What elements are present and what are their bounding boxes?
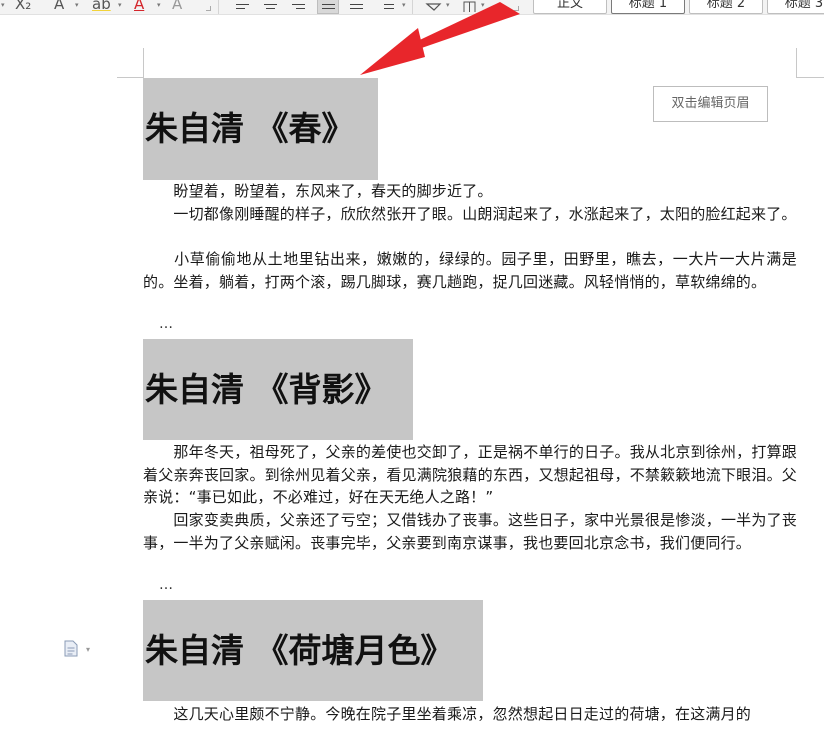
dialog-launcher-icon[interactable] <box>206 6 211 11</box>
align-justify-icon <box>322 4 335 5</box>
body-paragraph[interactable]: 一切都像刚睡醒的样子，欣欣然张开了眼。山朗润起来了，水涨起来了，太阳的脸红起来了… <box>143 203 797 226</box>
edit-header-hint[interactable]: 双击编辑页眉 <box>653 86 768 122</box>
toolbar-divider <box>412 0 413 14</box>
chevron-down-icon[interactable]: ▾ <box>75 1 79 9</box>
chevron-down-icon[interactable]: ▾ <box>402 1 406 9</box>
align-center-button[interactable] <box>260 0 282 14</box>
text-effect-button[interactable]: A <box>54 0 64 13</box>
align-left-icon <box>236 8 245 9</box>
body-paragraph[interactable]: 这几天心里颇不宁静。今晚在院子里坐着乘凉，忽然想起日日走过的荷塘，在这满月的 <box>143 703 797 726</box>
chevron-down-icon[interactable]: ▾ <box>446 1 450 9</box>
toolbar-divider <box>218 0 219 14</box>
chevron-down-icon[interactable]: ▾ <box>118 1 122 9</box>
distributed-align-icon <box>350 4 363 5</box>
subscript-button[interactable]: X₂ <box>15 0 31 13</box>
align-right-button[interactable] <box>288 0 310 14</box>
align-justify-button[interactable] <box>317 0 339 14</box>
align-left-icon <box>236 4 249 5</box>
style-heading2-button[interactable]: 标题 2 <box>689 0 763 14</box>
shading-icon[interactable] <box>424 0 444 12</box>
section-heading[interactable]: 朱自清 《春》 <box>143 78 378 180</box>
body-paragraph[interactable]: 小草偷偷地从土地里钻出来，嫩嫩的，绿绿的。园子里，田野里，瞧去，一大片一大片满是… <box>143 248 797 293</box>
style-normal-button[interactable]: 正文 <box>533 0 607 14</box>
ellipsis-text: … <box>159 577 173 593</box>
page-margin-mark <box>117 48 144 78</box>
chevron-down-icon[interactable]: ▾ <box>157 1 161 9</box>
body-paragraph[interactable]: 那年冬天，祖母死了，父亲的差使也交卸了，正是祸不单行的日子。我从北京到徐州，打算… <box>143 441 797 509</box>
dialog-launcher-icon[interactable] <box>514 6 519 11</box>
border-icon[interactable] <box>462 0 478 12</box>
style-heading3-button[interactable]: 标题 3 <box>767 0 824 14</box>
style-heading1-button[interactable]: 标题 1 <box>611 0 685 14</box>
page-margin-mark <box>796 48 824 78</box>
ribbon-toolbar: ▾ X₂ A ▾ ab ▾ A ▾ A ▾ ▾ ▾ 正文 标题 1 标题 2 标… <box>0 0 824 15</box>
line-spacing-button[interactable] <box>376 0 398 14</box>
section-heading[interactable]: 朱自清 《荷塘月色》 <box>143 600 483 701</box>
line-spacing-icon <box>384 4 394 5</box>
align-center-icon <box>264 4 277 5</box>
section-heading[interactable]: 朱自清 《背影》 <box>143 339 413 440</box>
align-right-icon <box>292 4 305 5</box>
body-paragraph[interactable]: 回家变卖典质，父亲还了亏空；又借钱办了丧事。这些日子，家中光景很是惨淡，一半为了… <box>143 509 797 554</box>
align-center-icon <box>266 8 275 9</box>
highlight-button[interactable]: ab <box>92 0 111 13</box>
line-spacing-icon <box>384 8 394 9</box>
chevron-down-icon[interactable]: ▾ <box>481 1 485 9</box>
font-color-button[interactable]: A <box>134 0 144 13</box>
clear-format-button[interactable]: A <box>172 0 182 13</box>
distributed-align-button[interactable] <box>346 0 368 14</box>
distributed-align-icon <box>350 8 363 9</box>
align-left-button[interactable] <box>232 0 254 14</box>
chevron-down-icon[interactable]: ▾ <box>86 645 90 654</box>
align-justify-icon <box>322 8 335 9</box>
chevron-down-icon[interactable]: ▾ <box>1 1 5 9</box>
document-icon[interactable] <box>64 640 78 657</box>
ellipsis-text: … <box>159 316 173 332</box>
body-paragraph[interactable]: 盼望着，盼望着，东风来了，春天的脚步近了。 <box>143 180 797 203</box>
align-right-icon <box>296 8 305 9</box>
